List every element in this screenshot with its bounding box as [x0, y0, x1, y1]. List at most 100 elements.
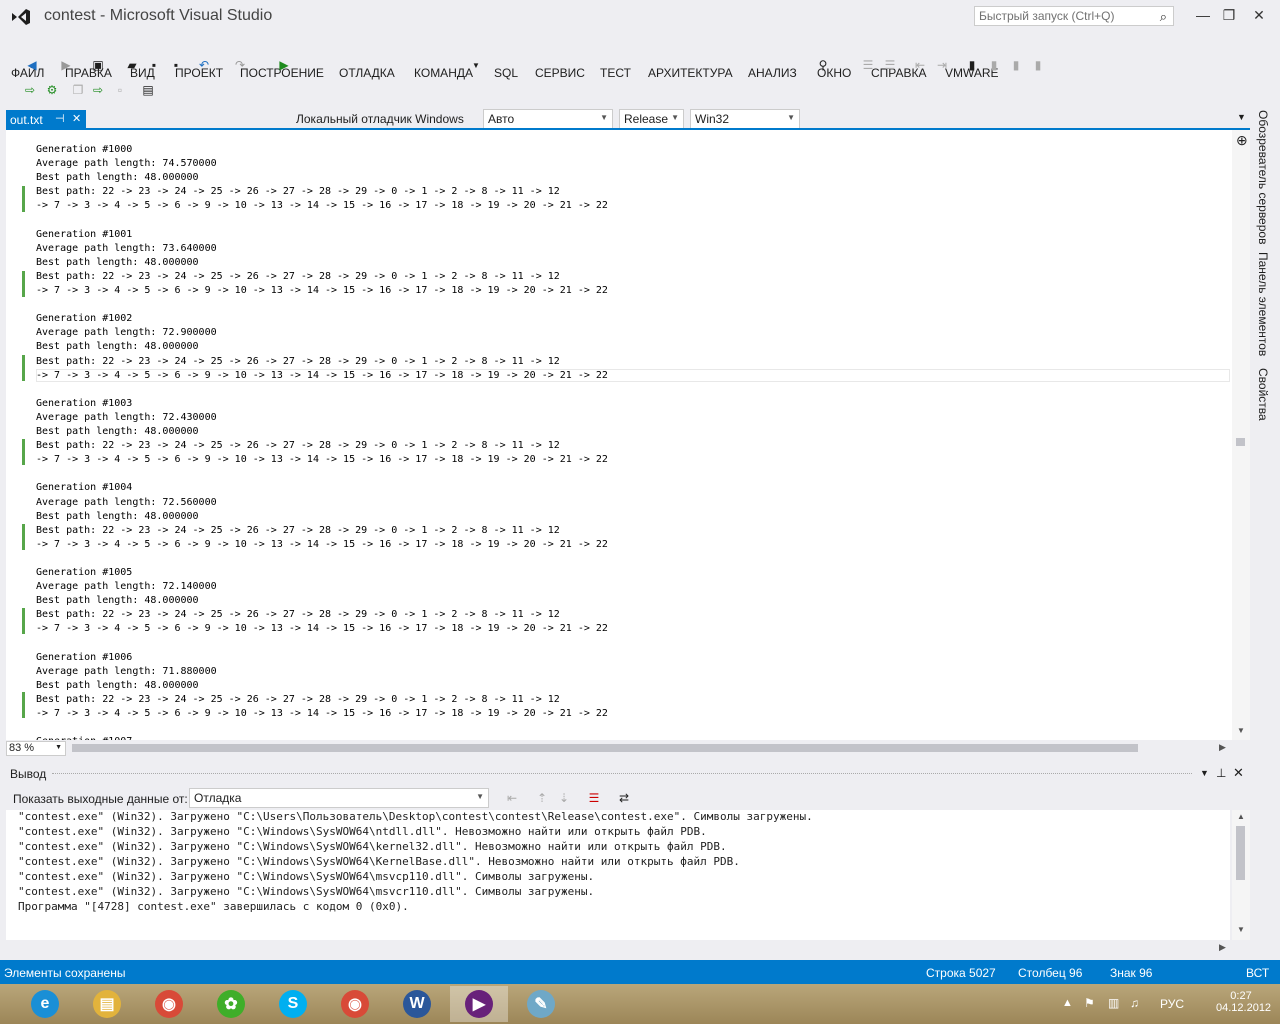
close-window-button[interactable]: ✕ — [1244, 4, 1274, 26]
output-vertical-scrollbar[interactable]: ▲ ▼ — [1232, 810, 1250, 940]
tray-arrow-icon[interactable]: ▲ — [1062, 997, 1073, 1009]
prev-message-icon[interactable]: ⇡ — [534, 790, 550, 806]
search-icon: ⌕ — [1159, 9, 1167, 24]
code-line: Best path length: 48.000000 — [36, 595, 199, 607]
output-line: "contest.exe" (Win32). Загружено "C:\Win… — [18, 855, 740, 868]
visual-studio-icon: ▶ — [465, 990, 493, 1018]
quick-launch-input[interactable]: Быстрый запуск (Ctrl+Q) ⌕ — [974, 6, 1174, 26]
taskbar-button[interactable]: e — [16, 986, 74, 1022]
side-tab-toolbox[interactable]: Панель элементов — [1256, 252, 1270, 356]
output-text[interactable]: "contest.exe" (Win32). Загружено "C:\Use… — [6, 810, 1230, 940]
start-debug-icon[interactable]: ▶ — [276, 57, 292, 73]
output-line: "contest.exe" (Win32). Загружено "C:\Win… — [18, 870, 595, 883]
outdent-icon[interactable]: ⇥ — [934, 57, 950, 73]
redo-icon[interactable]: ↷ — [232, 57, 248, 73]
open-file-icon[interactable]: ▰ — [124, 57, 140, 73]
scroll-up-icon[interactable]: ▲ — [1237, 812, 1245, 821]
undo-icon[interactable]: ↶ — [196, 57, 212, 73]
notepad-icon: ✎ — [527, 990, 555, 1018]
tray-time: 0:27 — [1230, 990, 1252, 1002]
change-marker — [22, 692, 25, 718]
save-all-icon[interactable]: ▪ — [168, 57, 184, 73]
code-line: -> 7 -> 3 -> 4 -> 5 -> 6 -> 9 -> 10 -> 1… — [36, 200, 608, 212]
build-icon[interactable]: ⚙ — [44, 82, 60, 98]
status-message: Элементы сохранены — [4, 966, 126, 980]
split-icon[interactable]: ⊕ — [1236, 132, 1248, 149]
back-icon[interactable]: ◀ — [24, 57, 40, 73]
code-line: -> 7 -> 3 -> 4 -> 5 -> 6 -> 9 -> 10 -> 1… — [36, 285, 608, 296]
scroll-right-icon[interactable]: ▶ — [1219, 942, 1226, 953]
pin-icon[interactable]: ⊥ — [1216, 766, 1226, 780]
output-source-combo[interactable]: Отладка ▼ — [189, 788, 489, 808]
code-line: Best path: 22 -> 23 -> 24 -> 25 -> 26 ->… — [36, 355, 560, 367]
status-insert-mode: ВСТ — [1246, 966, 1270, 980]
taskbar-button[interactable]: ◉ — [140, 986, 198, 1022]
editor-vertical-scrollbar[interactable]: ⊕ ▼ — [1232, 130, 1250, 740]
save-icon[interactable]: ▪ — [146, 57, 162, 73]
tray-clock[interactable]: 0:27 04.12.2012 — [1216, 990, 1271, 1014]
tab-label: out.txt — [10, 113, 43, 127]
scroll-thumb[interactable] — [1236, 438, 1245, 446]
find-message-icon[interactable]: ⇤ — [504, 790, 520, 806]
document-tab-strip — [0, 110, 1250, 130]
forward-icon[interactable]: ▶ — [58, 57, 74, 73]
clear-all-icon[interactable]: ☰ — [586, 790, 602, 806]
chevron-down-icon[interactable]: ▼ — [468, 58, 484, 74]
side-tab-properties[interactable]: Свойства — [1256, 368, 1270, 421]
network-icon[interactable]: ▥ — [1108, 996, 1119, 1010]
clear-bookmarks-icon[interactable]: ▮ — [1030, 57, 1046, 73]
next-message-icon[interactable]: ⇣ — [556, 790, 572, 806]
code-line: Average path length: 72.900000 — [36, 327, 217, 339]
tray-language[interactable]: РУС — [1160, 997, 1184, 1011]
solution-explorer-icon[interactable]: ▤ — [140, 82, 156, 98]
code-line: Average path length: 72.430000 — [36, 411, 217, 423]
next-bookmark-icon[interactable]: ▮ — [1008, 57, 1024, 73]
editor-horizontal-scrollbar[interactable] — [72, 744, 1138, 752]
code-line: Best path: 22 -> 23 -> 24 -> 25 -> 26 ->… — [36, 693, 560, 705]
text-editor[interactable]: Generation #1000 Average path length: 74.… — [6, 130, 1232, 740]
taskbar-button[interactable]: ▤ — [78, 986, 136, 1022]
code-line: Best path length: 48.000000 — [36, 510, 199, 522]
word-wrap-icon[interactable]: ⇄ — [616, 790, 632, 806]
new-project-icon[interactable]: ▣ — [90, 57, 106, 73]
panel-dropdown-icon[interactable]: ▼ — [1200, 768, 1209, 778]
maximize-button[interactable]: ❐ — [1214, 4, 1244, 26]
close-tab-icon[interactable]: ✕ — [72, 112, 81, 125]
bookmark-icon[interactable]: ▮ — [964, 57, 980, 73]
run-tests-icon[interactable]: ⇨ — [22, 82, 38, 98]
flag-icon[interactable]: ⚑ — [1084, 996, 1095, 1010]
taskbar-button[interactable]: ✎ — [512, 986, 570, 1022]
comment-icon[interactable]: ☰ — [860, 57, 876, 73]
taskbar-button[interactable]: ✿ — [202, 986, 260, 1022]
taskbar-button[interactable]: W — [388, 986, 446, 1022]
taskbar-button[interactable]: ▶ — [450, 986, 508, 1022]
pin-icon[interactable]: ⊣ — [55, 112, 65, 125]
zoom-combo[interactable]: 83 % ▼ — [6, 741, 66, 756]
scroll-right-icon[interactable]: ▶ — [1219, 742, 1226, 753]
tab-dropdown-icon[interactable]: ▼ — [1237, 112, 1246, 122]
step-icon[interactable]: ⇨ — [90, 82, 106, 98]
skype-icon: S — [279, 990, 307, 1018]
cancel-build-icon[interactable]: ▫ — [112, 82, 128, 98]
prev-bookmark-icon[interactable]: ▮ — [986, 57, 1002, 73]
tab-out-txt[interactable]: out.txt ⊣ ✕ — [6, 110, 86, 129]
scroll-thumb[interactable] — [1236, 826, 1245, 880]
copy-icon[interactable]: ❐ — [70, 82, 86, 98]
taskbar-button[interactable]: ◉ — [326, 986, 384, 1022]
scroll-down-icon[interactable]: ▼ — [1237, 726, 1245, 735]
indent-icon[interactable]: ⇤ — [912, 57, 928, 73]
scroll-down-icon[interactable]: ▼ — [1237, 925, 1245, 934]
output-line: "contest.exe" (Win32). Загружено "C:\Win… — [18, 885, 595, 898]
close-panel-icon[interactable]: ✕ — [1233, 765, 1244, 781]
code-line: Best path length: 48.000000 — [36, 172, 199, 184]
code-line: Best path: 22 -> 23 -> 24 -> 25 -> 26 ->… — [36, 609, 560, 621]
uncomment-icon[interactable]: ☰ — [882, 57, 898, 73]
menu-bar: ФАЙЛ ПРАВКА ВИД ПРОЕКТ ПОСТРОЕНИЕ ОТЛАДК… — [0, 32, 1280, 80]
find-in-files-icon[interactable]: ⚲ — [815, 57, 831, 73]
volume-icon[interactable]: ♫ — [1130, 996, 1139, 1010]
output-source-value: Отладка — [194, 791, 242, 805]
taskbar-button[interactable]: S — [264, 986, 322, 1022]
code-line: Average path length: 72.140000 — [36, 581, 217, 593]
side-tab-server-explorer[interactable]: Обозреватель серверов — [1256, 110, 1270, 244]
code-line: -> 7 -> 3 -> 4 -> 5 -> 6 -> 9 -> 10 -> 1… — [36, 708, 608, 719]
